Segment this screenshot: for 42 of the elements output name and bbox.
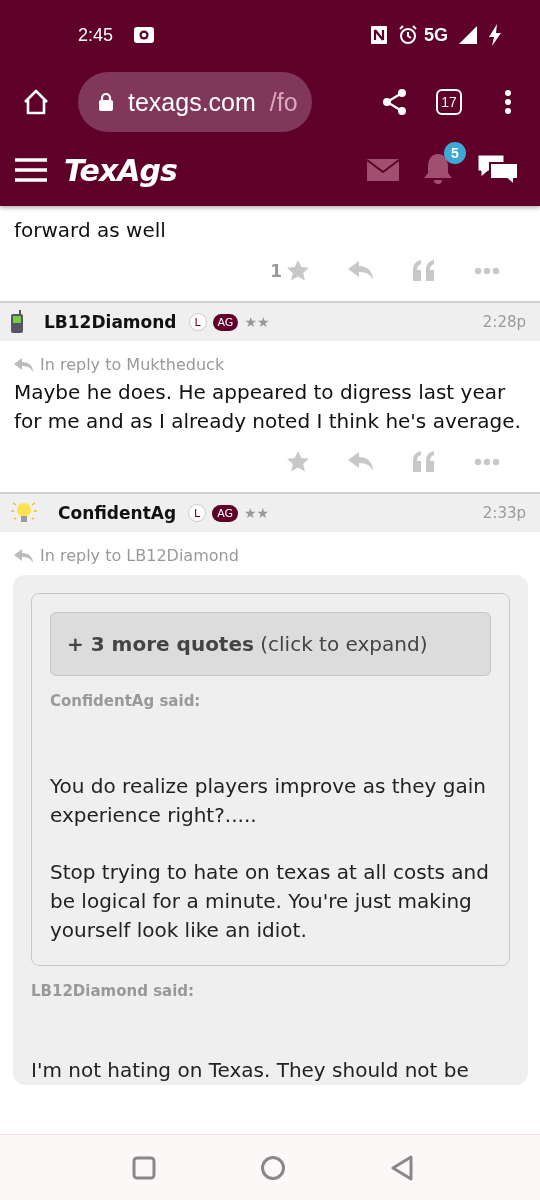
- quote-attribution: LB12Diamond said:: [31, 982, 196, 1000]
- quote-text: You do realize players improve as they gain experience right?.....: [50, 773, 487, 829]
- charging-icon: [488, 24, 502, 46]
- back-icon[interactable]: [390, 1154, 414, 1181]
- like-count: 1: [270, 261, 282, 281]
- mail-icon[interactable]: [366, 158, 400, 182]
- reply-arrow-icon: [14, 548, 34, 563]
- reply-arrow-icon: [14, 357, 34, 372]
- menu-icon[interactable]: [14, 158, 48, 182]
- notification-badge: 5: [444, 142, 466, 164]
- quote-text: I'm not hating on Texas. They should not be: [31, 1057, 470, 1084]
- clock-time: 2:45: [78, 24, 114, 46]
- site-logo[interactable]: TexAgs: [64, 152, 177, 188]
- share-icon[interactable]: [382, 88, 408, 116]
- alarm-icon: [398, 25, 418, 45]
- lock-icon: [98, 92, 114, 112]
- post-time: 2:28p: [482, 313, 526, 331]
- screen-record-icon: [133, 26, 156, 44]
- author-name[interactable]: LB12Diamond: [44, 312, 177, 332]
- letter-badge: L: [188, 313, 207, 331]
- rank-stars: ★★: [244, 505, 270, 521]
- post-time: 2:33p: [482, 504, 526, 522]
- post-text: forward as well: [14, 217, 167, 244]
- post-text: Maybe he does. He appeared to digress last year for me and as I already noted I think he's average.: [14, 379, 522, 435]
- tab-count-button[interactable]: 17: [436, 89, 462, 115]
- quote-attribution: ConfidentAg said:: [50, 692, 202, 710]
- star-icon[interactable]: [286, 259, 310, 283]
- rank-stars: ★★: [244, 314, 270, 330]
- quote-text: Stop trying to hate on texas at all costs and be logical for a minute. You're just making yourself look like an idiot.: [50, 859, 490, 944]
- url-field[interactable]: texags.com /fo: [78, 72, 312, 132]
- phone-icon: [10, 310, 24, 334]
- recents-icon[interactable]: [132, 1155, 156, 1180]
- star-icon[interactable]: [286, 450, 310, 474]
- more-options-icon[interactable]: [504, 89, 512, 115]
- author-name[interactable]: ConfidentAg: [58, 503, 177, 523]
- network-type: 5G: [424, 24, 448, 46]
- expand-quotes-button[interactable]: + 3 more quotes (click to expand): [50, 612, 491, 676]
- class-badge: AG: [212, 313, 239, 331]
- letter-badge: L: [188, 504, 207, 522]
- signal-icon: [458, 25, 478, 45]
- nfc-icon: [370, 25, 388, 45]
- class-badge: AG: [212, 504, 238, 522]
